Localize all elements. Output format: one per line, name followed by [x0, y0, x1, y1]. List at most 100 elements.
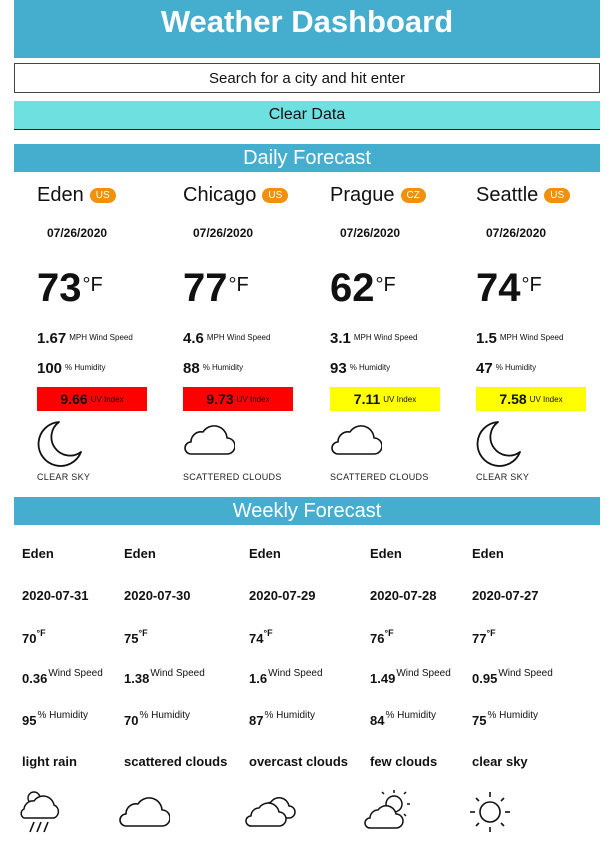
- humidity-value: 93: [330, 360, 347, 377]
- uv-index-badge: 7.11 UV Index: [330, 387, 440, 411]
- uv-index-label: UV Index: [236, 395, 270, 404]
- sun-cloud-icon: [364, 788, 416, 839]
- weekly-temp-value: 76: [370, 631, 385, 646]
- country-badge: US: [262, 187, 289, 203]
- country-badge: US: [89, 187, 116, 203]
- country-badge: CZ: [400, 187, 426, 203]
- weekly-wind-label: Wind Speed: [268, 668, 323, 679]
- humidity-label: % Humidity: [349, 363, 391, 372]
- condition-label: CLEAR SKY: [37, 472, 91, 482]
- clear-data-button[interactable]: Clear Data: [14, 101, 600, 130]
- wind-speed-value: 4.6: [183, 330, 204, 347]
- weekly-date: 2020-07-30: [124, 588, 191, 603]
- humidity-label: % Humidity: [65, 363, 106, 372]
- weekly-humidity-value: 70: [124, 713, 139, 728]
- weekly-city: Eden: [249, 546, 281, 561]
- temperature-unit: °F: [82, 274, 103, 296]
- temperature-unit: °F: [228, 274, 249, 296]
- city-name: Eden: [37, 183, 84, 206]
- weekly-temp-unit: °F: [384, 628, 394, 638]
- weekly-humidity-value: 95: [22, 713, 37, 728]
- weekly-temp-unit: °F: [263, 628, 273, 638]
- weekly-temp-unit: °F: [138, 628, 148, 638]
- weekly-temp-unit: °F: [486, 628, 496, 638]
- humidity-label: % Humidity: [495, 363, 537, 372]
- weekly-wind-value: 1.49: [370, 671, 396, 686]
- rain-cloud-icon: [16, 788, 66, 843]
- forecast-date: 07/26/2020: [486, 226, 547, 240]
- daily-card-seattle: Seattle US 07/26/2020 74 °F 1.5 MPH Wind …: [476, 178, 616, 488]
- humidity-label: % Humidity: [202, 363, 244, 372]
- city-name: Seattle: [476, 183, 539, 206]
- weekly-temp-unit: °F: [36, 628, 46, 638]
- weekly-wind-value: 1.6: [249, 671, 268, 686]
- temperature-unit: °F: [521, 274, 542, 296]
- weekly-temp-value: 75: [124, 631, 139, 646]
- wind-speed-label: MPH Wind Speed: [499, 333, 564, 342]
- uv-index-value: 9.73: [206, 391, 234, 407]
- weekly-date: 2020-07-28: [370, 588, 437, 603]
- uv-index-label: UV Index: [90, 395, 124, 404]
- moon-icon: [37, 418, 85, 473]
- weekly-description: light rain: [22, 754, 77, 769]
- weekly-day-column: Eden 2020-07-27 77°F 0.95Wind Speed 75% …: [470, 540, 592, 840]
- weekly-humidity-label: % Humidity: [264, 710, 316, 721]
- weekly-city: Eden: [370, 546, 402, 561]
- uv-index-value: 7.58: [499, 391, 527, 407]
- temperature-value: 77: [183, 266, 228, 310]
- weekly-date: 2020-07-27: [472, 588, 539, 603]
- weekly-wind-value: 0.36: [22, 671, 48, 686]
- uv-index-label: UV Index: [383, 395, 417, 404]
- city-name: Chicago: [183, 183, 257, 206]
- uv-index-value: 9.66: [60, 391, 88, 407]
- weekly-wind-label: Wind Speed: [498, 668, 553, 679]
- forecast-date: 07/26/2020: [47, 226, 108, 240]
- humidity-value: 100: [37, 360, 63, 377]
- temperature-value: 73: [37, 266, 82, 310]
- daily-card-eden: Eden US 07/26/2020 73 °F 1.67 MPH Wind Sp…: [37, 178, 177, 488]
- uv-index-badge: 9.66 UV Index: [37, 387, 147, 411]
- weekly-city: Eden: [124, 546, 156, 561]
- forecast-date: 07/26/2020: [193, 226, 254, 240]
- wind-speed-label: MPH Wind Speed: [353, 333, 418, 342]
- weekly-humidity-label: % Humidity: [487, 710, 539, 721]
- weekly-description: scattered clouds: [124, 754, 228, 769]
- cloud-icon: [118, 788, 171, 839]
- city-search-input[interactable]: [14, 63, 600, 93]
- weekly-wind-value: 1.38: [124, 671, 150, 686]
- weekly-day-column: Eden 2020-07-30 75°F 1.38Wind Speed 70% …: [119, 540, 244, 840]
- daily-card-chicago: Chicago US 07/26/2020 77 °F 4.6 MPH Wind …: [183, 178, 323, 488]
- weekly-temp-value: 70: [22, 631, 37, 646]
- weekly-humidity-value: 84: [370, 713, 385, 728]
- forecast-date: 07/26/2020: [340, 226, 401, 240]
- wind-speed-label: MPH Wind Speed: [206, 333, 271, 342]
- uv-index-badge: 7.58 UV Index: [476, 387, 586, 411]
- weekly-humidity-value: 75: [472, 713, 487, 728]
- weekly-description: clear sky: [472, 754, 528, 769]
- page-header: Weather Dashboard: [14, 0, 600, 58]
- moon-icon: [476, 418, 524, 473]
- cloud-icon: [183, 418, 236, 465]
- condition-label: SCATTERED CLOUDS: [183, 472, 282, 482]
- weekly-city: Eden: [472, 546, 504, 561]
- sun-icon: [466, 788, 514, 841]
- cloud-icon: [330, 418, 383, 465]
- country-badge: US: [544, 187, 571, 203]
- weekly-wind-value: 0.95: [472, 671, 498, 686]
- weekly-temp-value: 77: [472, 631, 487, 646]
- weekly-humidity-label: % Humidity: [385, 710, 437, 721]
- weekly-humidity-label: % Humidity: [37, 710, 89, 721]
- condition-label: CLEAR SKY: [476, 472, 530, 482]
- humidity-value: 88: [183, 360, 200, 377]
- daily-forecast-heading: Daily Forecast: [14, 144, 600, 172]
- weekly-date: 2020-07-29: [249, 588, 316, 603]
- wind-speed-value: 3.1: [330, 330, 351, 347]
- humidity-value: 47: [476, 360, 493, 377]
- uv-index-label: UV Index: [529, 395, 563, 404]
- daily-card-prague: Prague CZ 07/26/2020 62 °F 3.1 MPH Wind S…: [330, 178, 470, 488]
- weekly-forecast-heading: Weekly Forecast: [14, 497, 600, 525]
- weekly-date: 2020-07-31: [22, 588, 89, 603]
- weekly-humidity-label: % Humidity: [139, 710, 191, 721]
- uv-index-badge: 9.73 UV Index: [183, 387, 293, 411]
- weekly-wind-label: Wind Speed: [396, 668, 451, 679]
